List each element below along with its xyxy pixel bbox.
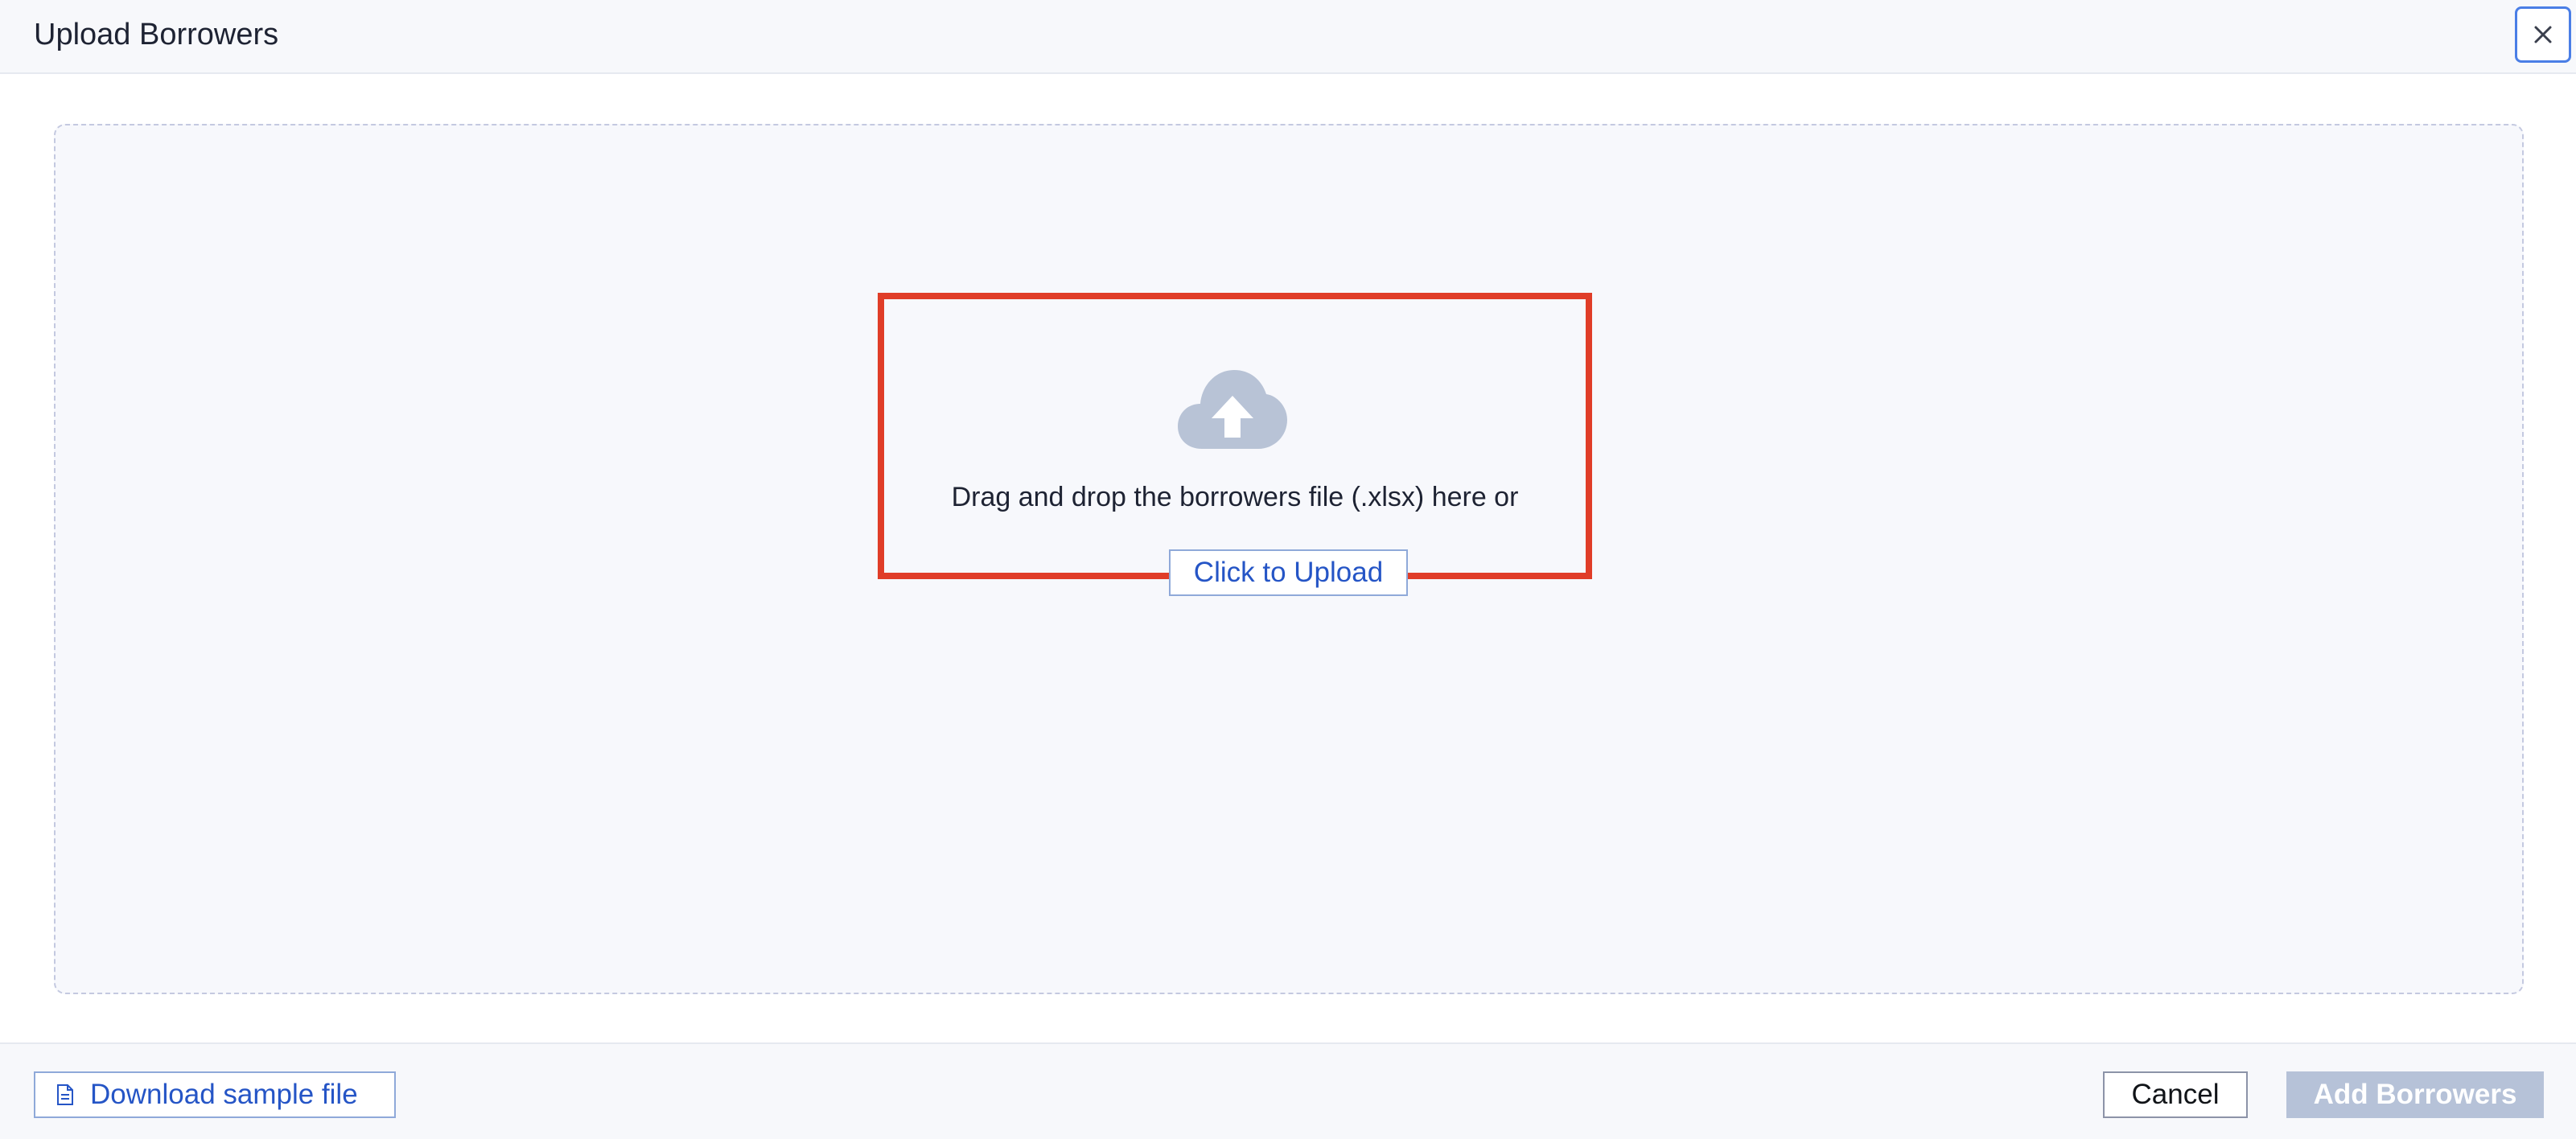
dialog-footer: Download sample file Cancel Add Borrower… — [0, 1042, 2576, 1139]
dialog-title: Upload Borrowers — [34, 18, 279, 51]
dropzone-instruction: Drag and drop the borrowers file (.xlsx)… — [951, 482, 1519, 512]
cloud-upload-icon — [1178, 368, 1287, 450]
close-icon — [2533, 24, 2553, 45]
upload-borrowers-dialog: Upload Borrowers Drag and drop the borro… — [0, 0, 2576, 1139]
download-sample-label: Download sample file — [90, 1079, 358, 1110]
click-to-upload-button[interactable]: Click to Upload — [1169, 549, 1408, 596]
file-icon — [56, 1083, 74, 1106]
dialog-header: Upload Borrowers — [0, 0, 2576, 74]
close-button[interactable] — [2515, 6, 2571, 63]
cancel-button[interactable]: Cancel — [2103, 1071, 2248, 1118]
download-sample-button[interactable]: Download sample file — [34, 1071, 396, 1118]
add-borrowers-button[interactable]: Add Borrowers — [2286, 1071, 2544, 1118]
